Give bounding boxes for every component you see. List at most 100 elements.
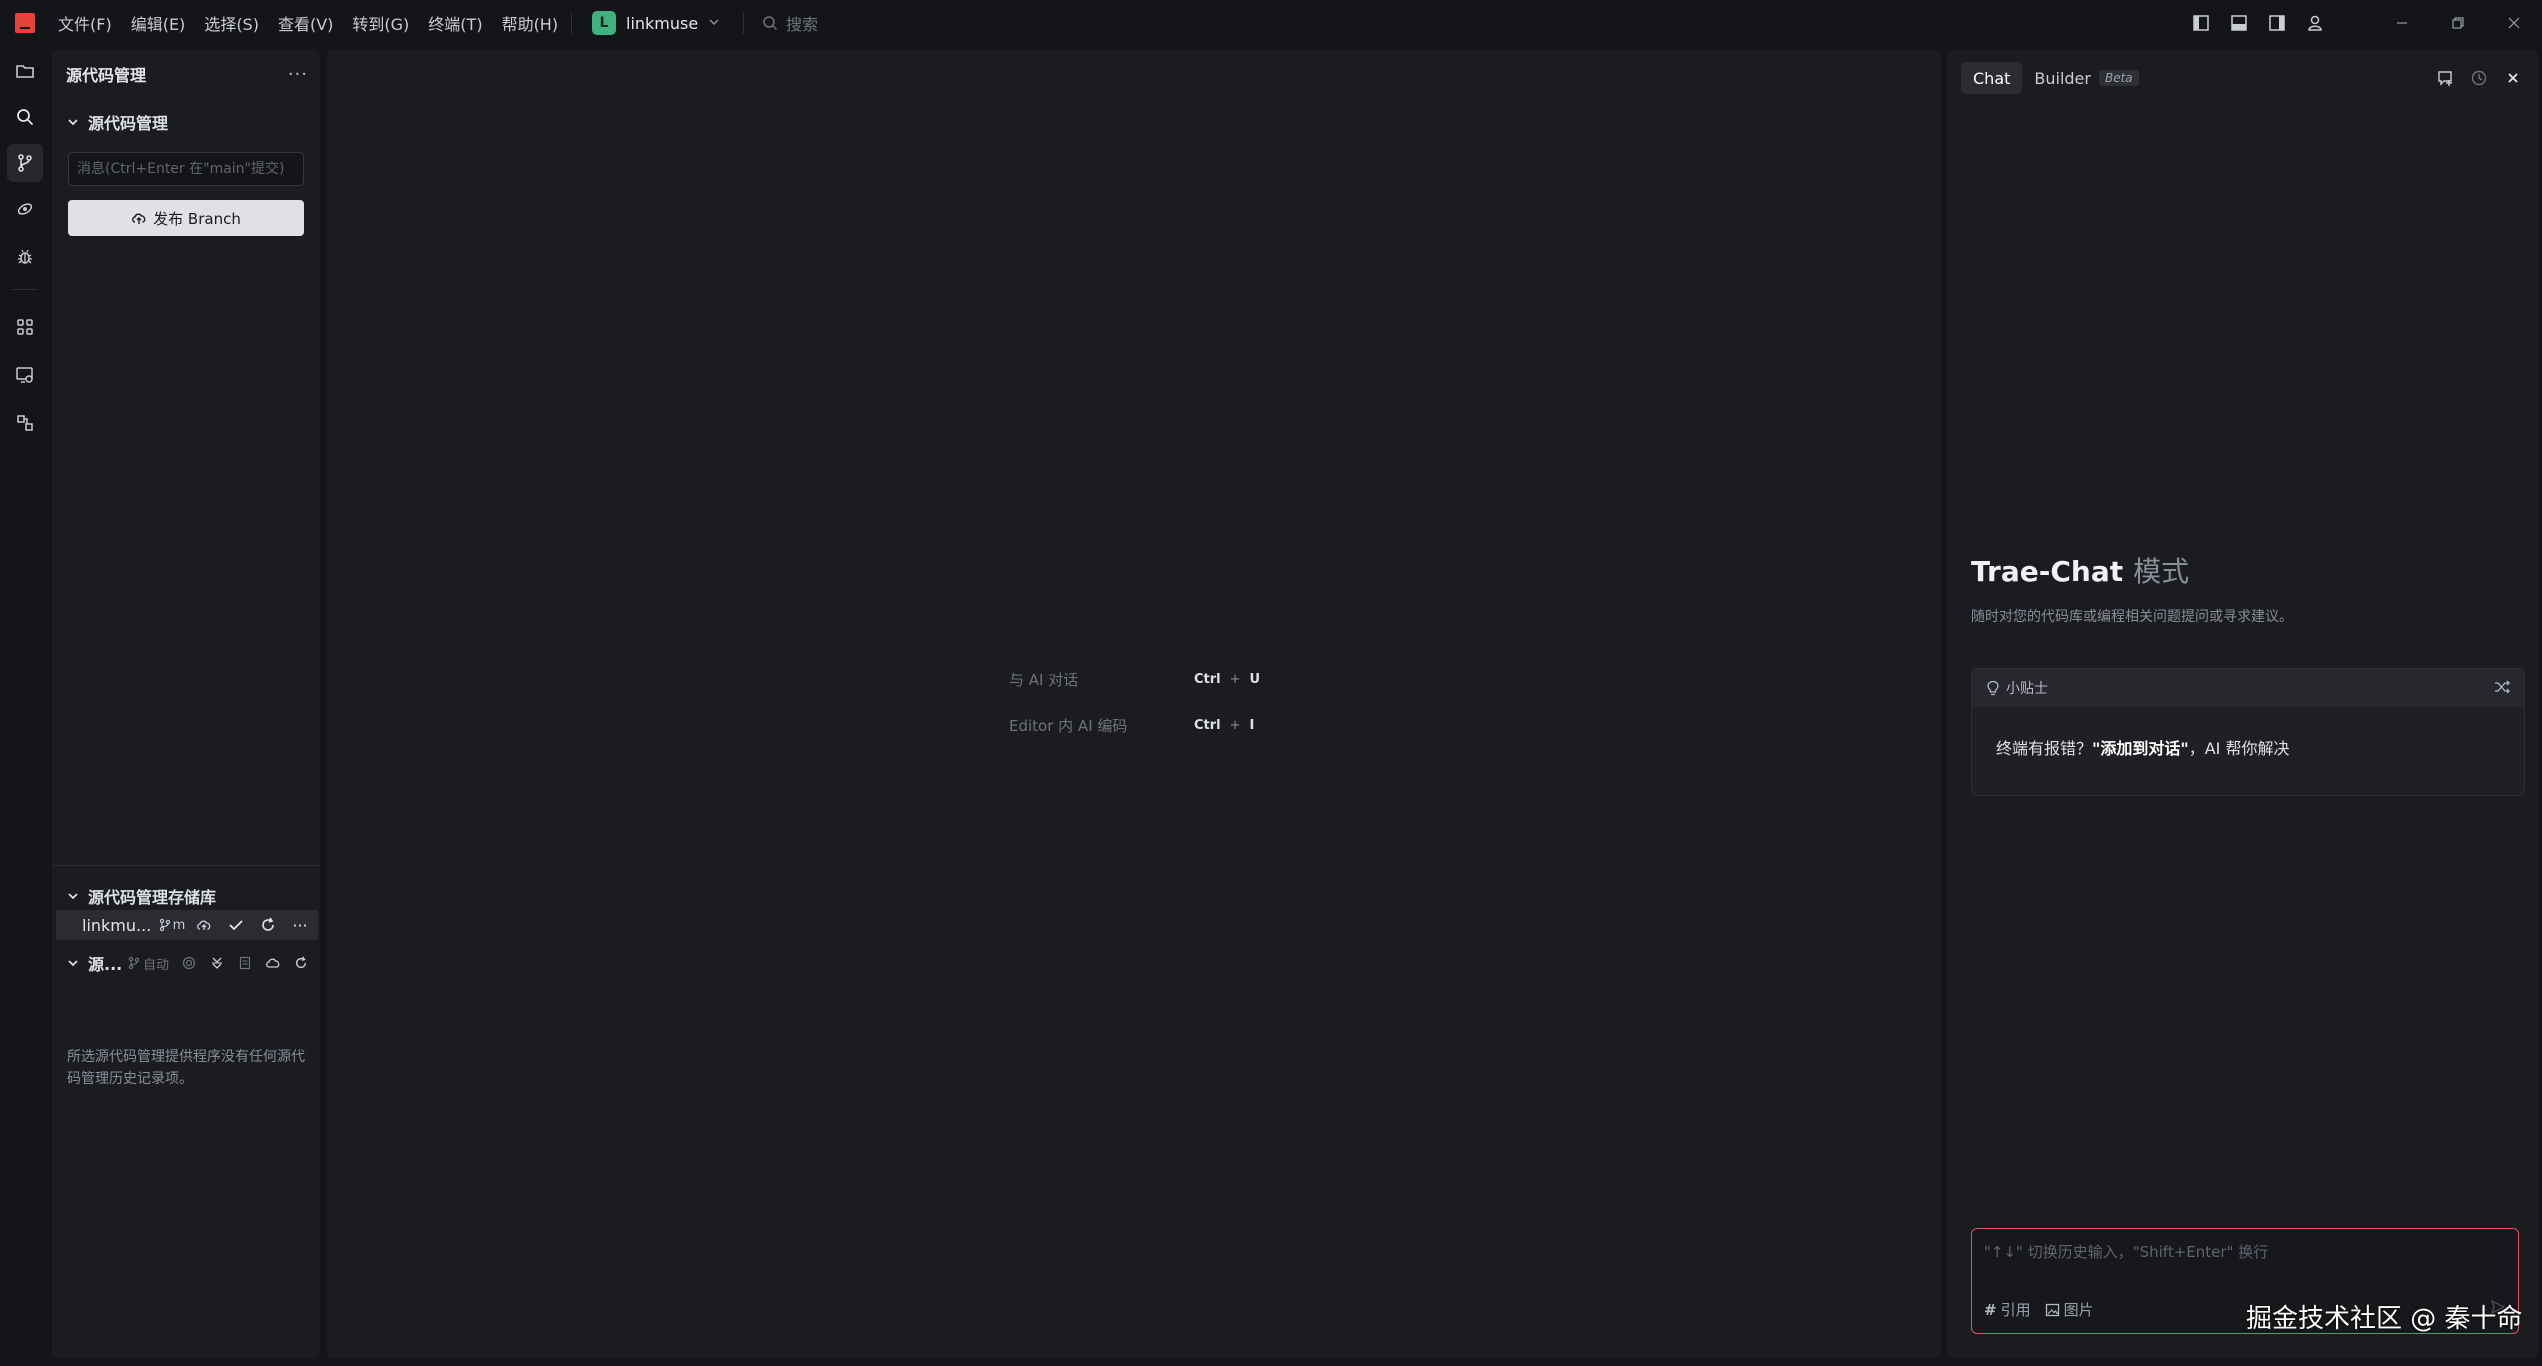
reference-label: 引用 xyxy=(2000,1301,2031,1319)
repository-actions: m ··· xyxy=(156,910,316,940)
tab-builder-label: Builder xyxy=(2034,68,2091,88)
empty-history-message: 所选源代码管理提供程序没有任何源代码管理历史记录项。 xyxy=(67,1049,305,1087)
close-panel-icon[interactable] xyxy=(2496,64,2530,92)
more-actions-button[interactable]: ··· xyxy=(288,64,308,85)
shortcut-label: Editor 内 AI 编码 xyxy=(1009,716,1128,735)
title-bar-controls xyxy=(2182,0,2542,46)
menu-terminal[interactable]: 终端(T) xyxy=(428,11,482,35)
branch-icon xyxy=(128,956,140,970)
title-divider xyxy=(743,12,744,34)
chevron-down-icon xyxy=(68,893,78,900)
sidebar-title: 源代码管理 xyxy=(66,66,147,85)
toggle-primary-sidebar-icon[interactable] xyxy=(2182,0,2220,46)
tip-card: 小贴士 终端有报错？"添加到对话"，AI 帮你解决 xyxy=(1971,668,2525,796)
watermark-text: 掘金技术社区 @ 秦十命 xyxy=(2246,1304,2523,1334)
repository-name: linkmu... xyxy=(82,915,152,935)
remote-explorer-icon[interactable] xyxy=(7,190,43,228)
mode-suffix: 模式 xyxy=(2133,555,2190,588)
menu-go[interactable]: 转到(G) xyxy=(352,11,409,35)
shuffle-icon[interactable] xyxy=(2494,679,2510,698)
chat-input-placeholder: "↑↓" 切换历史输入，"Shift+Enter" 换行 xyxy=(1984,1243,2269,1261)
commit-check-icon[interactable] xyxy=(220,910,252,940)
activity-bar xyxy=(0,46,50,1366)
branch-indicator[interactable]: m xyxy=(156,910,188,940)
mode-name: Trae-Chat xyxy=(1971,555,2124,588)
close-window-icon[interactable] xyxy=(2486,0,2542,46)
publish-icon[interactable] xyxy=(188,910,220,940)
chevron-down-icon xyxy=(708,16,720,31)
extensions-icon[interactable] xyxy=(7,308,43,346)
branch-name: m xyxy=(172,917,186,933)
new-chat-icon[interactable] xyxy=(2428,64,2462,92)
app-window: 文件(F) 编辑(E) 选择(S) 查看(V) 转到(G) 终端(T) 帮助(H… xyxy=(0,0,2542,1366)
remote-window-icon[interactable] xyxy=(7,356,43,394)
chevron-down-icon xyxy=(68,119,78,126)
reference-button[interactable]: # 引用 xyxy=(1984,1299,2031,1320)
toggle-panel-icon[interactable] xyxy=(2220,0,2258,46)
cloud-sync-icon[interactable] xyxy=(259,948,287,978)
publish-branch-label: 发布 Branch xyxy=(153,209,241,228)
history-graph-title: 源... xyxy=(88,955,123,974)
tab-builder[interactable]: Builder Beta xyxy=(2022,62,2150,94)
history-graph-header[interactable]: 源... 自动 xyxy=(66,948,318,978)
activity-separator xyxy=(12,289,38,290)
commit-message-input[interactable]: 消息(Ctrl+Enter 在"main"提交) xyxy=(68,152,304,186)
shortcut-hint: 与 AI 对话 Ctrl + U xyxy=(1009,667,1260,691)
shortcut-plus: + xyxy=(1229,671,1241,687)
section-title: 源代码管理存储库 xyxy=(88,888,217,907)
menu-help[interactable]: 帮助(H) xyxy=(502,11,559,35)
source-control-sidebar: 源代码管理 ··· 源代码管理 消息(Ctrl+Enter 在"main"提交)… xyxy=(52,50,320,1358)
repositories-section-header[interactable]: 源代码管理存储库 xyxy=(66,884,216,908)
chat-mode-title: Trae-Chat 模式 xyxy=(1971,550,2189,590)
search-icon[interactable] xyxy=(7,98,43,136)
section-title: 源代码管理 xyxy=(88,114,169,133)
minimize-icon[interactable] xyxy=(2374,0,2430,46)
toggle-secondary-sidebar-icon[interactable] xyxy=(2258,0,2296,46)
menu-view[interactable]: 查看(V) xyxy=(278,11,333,35)
search-placeholder: 搜索 xyxy=(786,15,819,34)
command-search[interactable]: 搜索 xyxy=(762,10,818,36)
project-switcher[interactable]: L linkmuse xyxy=(592,10,720,36)
cloud-upload-icon xyxy=(132,213,146,224)
tip-label-group: 小贴士 xyxy=(1986,678,2048,698)
explorer-icon[interactable] xyxy=(7,52,43,90)
refresh-icon[interactable] xyxy=(252,910,284,940)
scm-section-header[interactable]: 源代码管理 xyxy=(66,110,168,134)
auto-branch-filter[interactable]: 自动 xyxy=(128,954,169,973)
editor-area[interactable]: 与 AI 对话 Ctrl + U Editor 内 AI 编码 Ctrl + I xyxy=(327,50,1941,1358)
file-icon[interactable] xyxy=(231,948,259,978)
menu-edit[interactable]: 编辑(E) xyxy=(131,11,186,35)
history-icon[interactable] xyxy=(2462,64,2496,92)
restore-icon[interactable] xyxy=(2430,0,2486,46)
shortcut-modifier: Ctrl xyxy=(1194,717,1221,733)
refresh-icon[interactable] xyxy=(287,948,315,978)
fetch-icon[interactable] xyxy=(203,948,231,978)
tip-label: 小贴士 xyxy=(2006,681,2048,697)
image-label: 图片 xyxy=(2063,1301,2094,1319)
shortcut-hint: Editor 内 AI 编码 Ctrl + I xyxy=(1009,713,1254,737)
chat-actions xyxy=(2428,64,2530,92)
repository-row[interactable]: linkmu... m ··· xyxy=(56,910,318,940)
repo-more-icon[interactable]: ··· xyxy=(284,910,316,940)
history-graph-actions xyxy=(175,948,315,978)
project-avatar: L xyxy=(592,11,616,35)
account-icon[interactable] xyxy=(2296,0,2334,46)
title-divider xyxy=(571,12,572,34)
menu-file[interactable]: 文件(F) xyxy=(58,11,112,35)
shortcut-plus: + xyxy=(1229,717,1241,733)
shortcut-label: 与 AI 对话 xyxy=(1009,670,1079,689)
publish-branch-button[interactable]: 发布 Branch xyxy=(68,200,304,236)
menu-selection[interactable]: 选择(S) xyxy=(204,11,259,35)
tab-chat[interactable]: Chat xyxy=(1961,62,2023,94)
beta-badge: Beta xyxy=(2098,70,2139,86)
shortcut-key: U xyxy=(1249,671,1261,687)
source-control-icon[interactable] xyxy=(7,144,43,182)
shapes-icon[interactable] xyxy=(7,404,43,442)
tip-header: 小贴士 xyxy=(1972,669,2524,707)
image-button[interactable]: 图片 xyxy=(2045,1299,2094,1320)
target-icon[interactable] xyxy=(175,948,203,978)
auto-label: 自动 xyxy=(143,957,170,973)
sidebar-header: 源代码管理 ··· xyxy=(66,62,308,86)
tip-suffix: ，AI 帮你解决 xyxy=(2188,739,2290,758)
debug-icon[interactable] xyxy=(7,238,43,276)
